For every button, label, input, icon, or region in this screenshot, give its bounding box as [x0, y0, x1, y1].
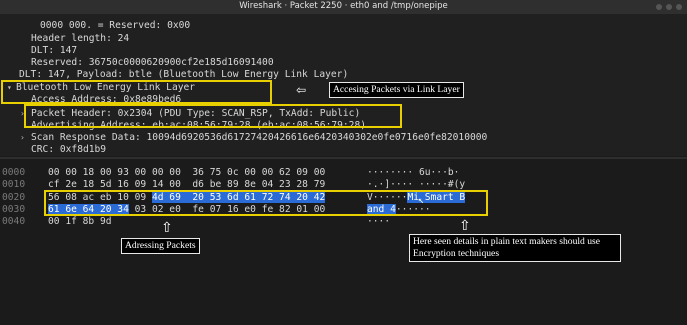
hex-row[interactable]: 00 1f 8b 9d: [48, 216, 112, 227]
ascii-row[interactable]: ····: [367, 216, 390, 227]
close-button[interactable]: [676, 4, 682, 10]
address-box: [24, 104, 402, 128]
offset-0010: 0010: [2, 179, 26, 190]
link-layer-note: Accesing Packets via Link Layer: [329, 82, 464, 98]
mouse-cursor-icon: ↖: [418, 195, 425, 206]
tree-dlt[interactable]: DLT: 147: [31, 45, 77, 56]
maximize-button[interactable]: [666, 4, 672, 10]
tree-crc[interactable]: CRC: 0xf8d1b9: [31, 144, 106, 155]
offset-0030: 0030: [2, 204, 26, 215]
plaintext-note: Here seen details in plain text makers s…: [409, 234, 621, 262]
offset-0020: 0020: [2, 192, 26, 203]
tree-reserved[interactable]: Reserved: 36750c0000620900cf2e185d160914…: [31, 57, 274, 68]
tree-dlt-payload[interactable]: DLT: 147, Payload: btle (Bluetooth Low E…: [19, 69, 348, 80]
tree-header-length[interactable]: Header length: 24: [31, 33, 129, 44]
left-arrow-icon: ⇦: [296, 83, 307, 97]
offset-0040: 0040: [2, 216, 26, 227]
ascii-row[interactable]: ·.·]···· ·····#(y: [367, 179, 465, 190]
up-arrow-icon: ⇧: [161, 220, 173, 236]
tree-scan-response[interactable]: Scan Response Data: 10094d6920536d617274…: [31, 132, 487, 143]
window-title: Wireshark · Packet 2250 · eth0 and /tmp/…: [239, 1, 448, 11]
up-arrow-icon: ⇧: [459, 218, 471, 234]
hex-row[interactable]: cf 2e 18 5d 16 09 14 00 d6 be 89 8e 04 2…: [48, 179, 325, 190]
ascii-row[interactable]: ········ 6u···b·: [367, 167, 459, 178]
title-bar: Wireshark · Packet 2250 · eth0 and /tmp/…: [0, 0, 687, 15]
link-layer-box: [1, 80, 272, 104]
addressing-note: Adressing Packets: [121, 238, 200, 254]
hex-row[interactable]: 00 00 18 00 93 00 00 00 36 75 0c 00 00 6…: [48, 167, 325, 178]
minimize-button[interactable]: [656, 4, 662, 10]
offset-0000: 0000: [2, 167, 26, 178]
tree-reserved0[interactable]: 0000 000. = Reserved: 0x00: [40, 20, 190, 31]
collapse-chevron-icon[interactable]: ›: [20, 133, 25, 142]
